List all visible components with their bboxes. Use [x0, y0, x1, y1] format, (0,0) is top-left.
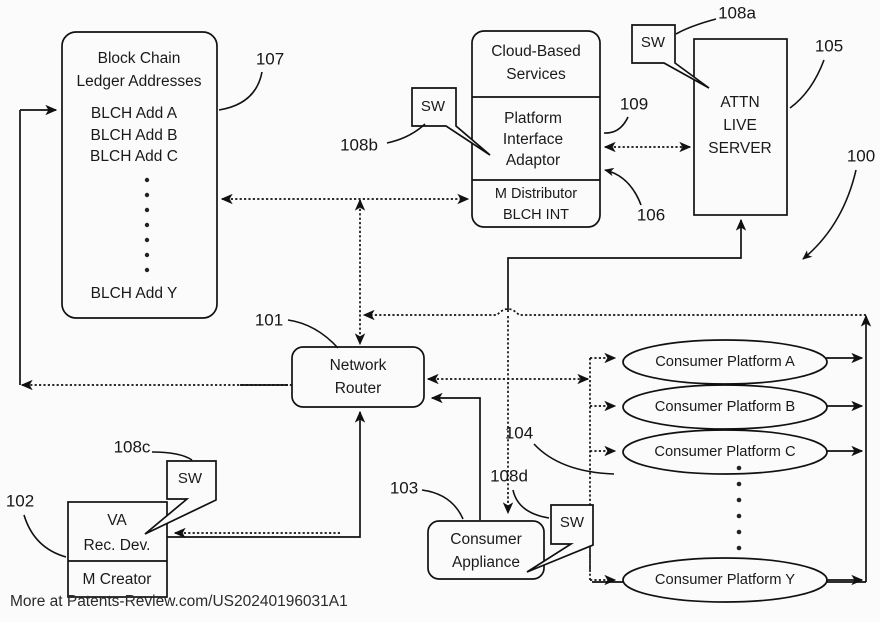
blockchain-title-line1: Block Chain: [98, 50, 181, 67]
ref-106-callout: 106: [604, 167, 665, 224]
adaptor-line3: Adaptor: [506, 152, 560, 169]
ref-102-label: 102: [6, 491, 34, 510]
ref-100-callout: 100: [802, 146, 875, 260]
cloud-title-line1: Cloud-Based: [491, 43, 581, 60]
blockchain-address-0: BLCH Add A: [91, 105, 178, 122]
consumer-platform-y-label: Consumer Platform Y: [655, 572, 795, 588]
ref-106-label: 106: [637, 205, 665, 224]
sw-108d-label: SW: [560, 514, 585, 531]
cloud-title-line2: Services: [506, 66, 566, 83]
consumer-platform-b[interactable]: Consumer Platform B: [622, 384, 828, 430]
ref-109-callout: 109: [603, 94, 648, 134]
consumer-platform-vertical-ellipsis: [736, 465, 742, 551]
attn-line1: ATTN: [720, 94, 759, 111]
ref-108b-label: 108b: [340, 135, 378, 154]
ref-108d-label: 108d: [490, 466, 528, 485]
consumer-platform-c[interactable]: Consumer Platform C: [622, 429, 828, 475]
ref-104-label: 104: [505, 423, 533, 442]
blockchain-address-2: BLCH Add C: [90, 148, 178, 165]
connector-router-top-bus: [362, 308, 866, 321]
watermark-label: More at Patents-Review.com/US20240196031…: [10, 593, 348, 610]
ref-100-label: 100: [847, 146, 875, 165]
consumer-platform-a[interactable]: Consumer Platform A: [622, 339, 828, 385]
va-rec-dev-block[interactable]: VA Rec. Dev. M Creator: [67, 501, 168, 598]
va-line2: Rec. Dev.: [84, 537, 151, 554]
ref-109-label: 109: [620, 94, 648, 113]
ref-103-label: 103: [390, 478, 418, 497]
network-router-block[interactable]: Network Router: [291, 346, 425, 408]
ref-105-label: 105: [815, 36, 843, 55]
consumer-platform-y[interactable]: Consumer Platform Y: [622, 557, 828, 603]
cloud-services-block[interactable]: Cloud-Based Services Platform Interface …: [471, 30, 601, 228]
adaptor-line1: Platform: [504, 110, 562, 127]
connector-platform-outputs: [826, 352, 864, 586]
connector-appliance-to-router: [430, 392, 481, 520]
ref-108c-label: 108c: [114, 437, 151, 456]
attn-line3: SERVER: [708, 140, 771, 157]
ref-105-callout: 105: [789, 36, 843, 109]
ref-102-callout: 102: [6, 491, 67, 558]
appliance-line2: Appliance: [452, 554, 520, 571]
attn-live-server-block[interactable]: ATTN LIVE SERVER: [693, 38, 788, 216]
consumer-platform-a-label: Consumer Platform A: [655, 354, 795, 370]
distributor-line1: M Distributor: [495, 186, 577, 202]
router-line2: Router: [335, 380, 382, 397]
m-creator-label: M Creator: [83, 571, 152, 588]
figure-canvas: Block Chain Ledger Addresses BLCH Add A …: [6, 3, 875, 610]
blockchain-address-1: BLCH Add B: [90, 127, 177, 144]
consumer-platform-c-label: Consumer Platform C: [654, 444, 796, 460]
ref-101-callout: 101: [255, 310, 339, 349]
blockchain-ledger-block[interactable]: Block Chain Ledger Addresses BLCH Add A …: [61, 31, 218, 319]
sw-108b-label: SW: [421, 98, 446, 115]
va-line1: VA: [107, 512, 127, 529]
network-router-box[interactable]: [291, 346, 425, 408]
consumer-appliance-block[interactable]: Consumer Appliance: [427, 520, 545, 580]
ref-101-label: 101: [255, 310, 283, 329]
distributor-line2: BLCH INT: [503, 207, 569, 223]
sw-108a-label: SW: [641, 34, 666, 51]
ref-107-callout: 107: [218, 49, 284, 111]
ref-107-label: 107: [256, 49, 284, 68]
blockchain-title-line2: Ledger Addresses: [77, 73, 202, 90]
appliance-line1: Consumer: [450, 531, 522, 548]
ref-108a-label: 108a: [718, 3, 756, 22]
connector-platform-distribution-bus: [589, 352, 617, 586]
adaptor-line2: Interface: [503, 131, 563, 148]
ref-103-callout: 103: [390, 478, 464, 520]
sw-108c-label: SW: [178, 470, 203, 487]
blockchain-last-address: BLCH Add Y: [91, 285, 178, 302]
consumer-platform-b-label: Consumer Platform B: [655, 399, 796, 415]
router-line1: Network: [330, 357, 387, 374]
attn-line2: LIVE: [723, 117, 757, 134]
patent-figure: Block Chain Ledger Addresses BLCH Add A …: [0, 0, 880, 622]
connector-bus-to-attn: [507, 218, 747, 312]
sw-callout-108b[interactable]: SW 108b: [340, 87, 491, 156]
